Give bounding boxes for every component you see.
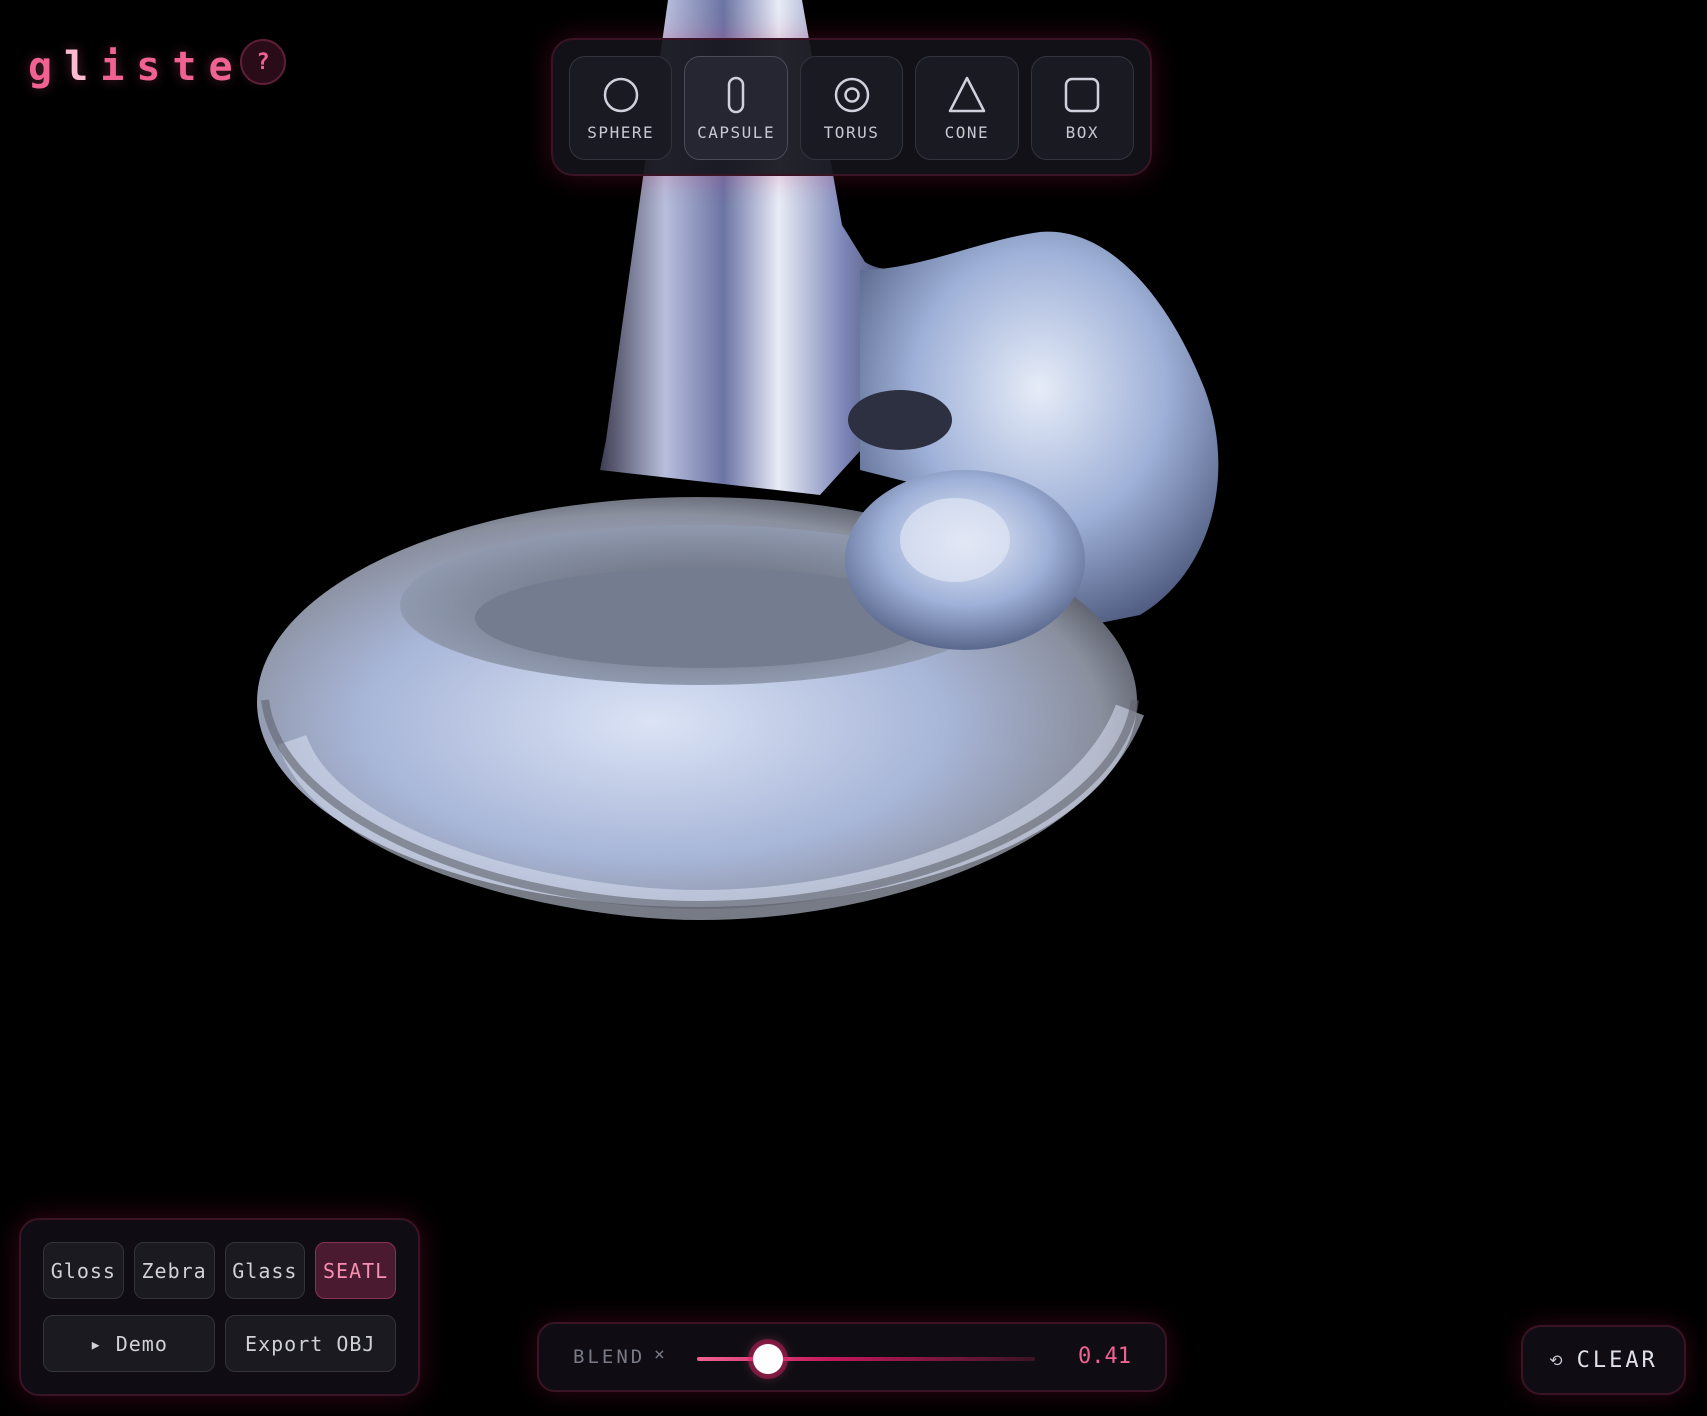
material-panel: Gloss Zebra Glass SEATL ▸ Demo Export OB…: [19, 1218, 420, 1396]
logo-letter: l: [64, 44, 101, 90]
logo-letter: i: [100, 44, 137, 90]
demo-button[interactable]: ▸ Demo: [43, 1315, 215, 1372]
undo-icon: ⟲: [1549, 1350, 1563, 1370]
material-glass-button[interactable]: Glass: [224, 1242, 306, 1299]
circle-icon: [603, 77, 638, 112]
triangle-icon: [948, 76, 986, 112]
blend-slider-track[interactable]: [697, 1344, 1035, 1374]
blend-control: BLEND × 0.41: [537, 1322, 1167, 1392]
logo-letter: s: [136, 44, 173, 90]
sphere-button[interactable]: SPHERE: [569, 56, 673, 160]
cone-button[interactable]: CONE: [915, 56, 1019, 160]
material-seatl-button[interactable]: SEATL: [315, 1242, 396, 1299]
torus-button[interactable]: TORUS: [799, 56, 904, 160]
capsule-icon: [727, 76, 745, 113]
torus-icon: [834, 77, 869, 112]
shape-toolbar: SPHERE CAPSULE TORUS CONE BOX: [551, 38, 1152, 176]
logo-letter: e: [208, 44, 245, 90]
blend-label: BLEND: [573, 1346, 646, 1368]
square-icon: [1065, 77, 1100, 112]
blend-close-icon[interactable]: ×: [654, 1344, 665, 1365]
blend-value: 0.41: [1078, 1344, 1131, 1369]
material-zebra-button[interactable]: Zebra: [133, 1242, 215, 1299]
logo-letter: t: [172, 44, 209, 90]
shape-label: CAPSULE: [697, 122, 776, 142]
clear-button[interactable]: ⟲ CLEAR: [1521, 1325, 1686, 1395]
shape-label: CONE: [944, 122, 990, 142]
shape-label: TORUS: [823, 122, 880, 142]
help-button[interactable]: ?: [240, 39, 286, 85]
capsule-button[interactable]: CAPSULE: [684, 56, 788, 160]
box-button[interactable]: BOX: [1030, 56, 1135, 160]
shape-label: SPHERE: [587, 122, 655, 142]
shape-label: BOX: [1065, 122, 1100, 142]
blend-slider-thumb[interactable]: [752, 1344, 783, 1374]
clear-label: CLEAR: [1576, 1347, 1658, 1373]
export-obj-button[interactable]: Export OBJ: [224, 1315, 396, 1372]
logo-letter: g: [28, 44, 65, 90]
viewport-canvas[interactable]: [0, 0, 1707, 1416]
material-gloss-button[interactable]: Gloss: [43, 1242, 124, 1299]
